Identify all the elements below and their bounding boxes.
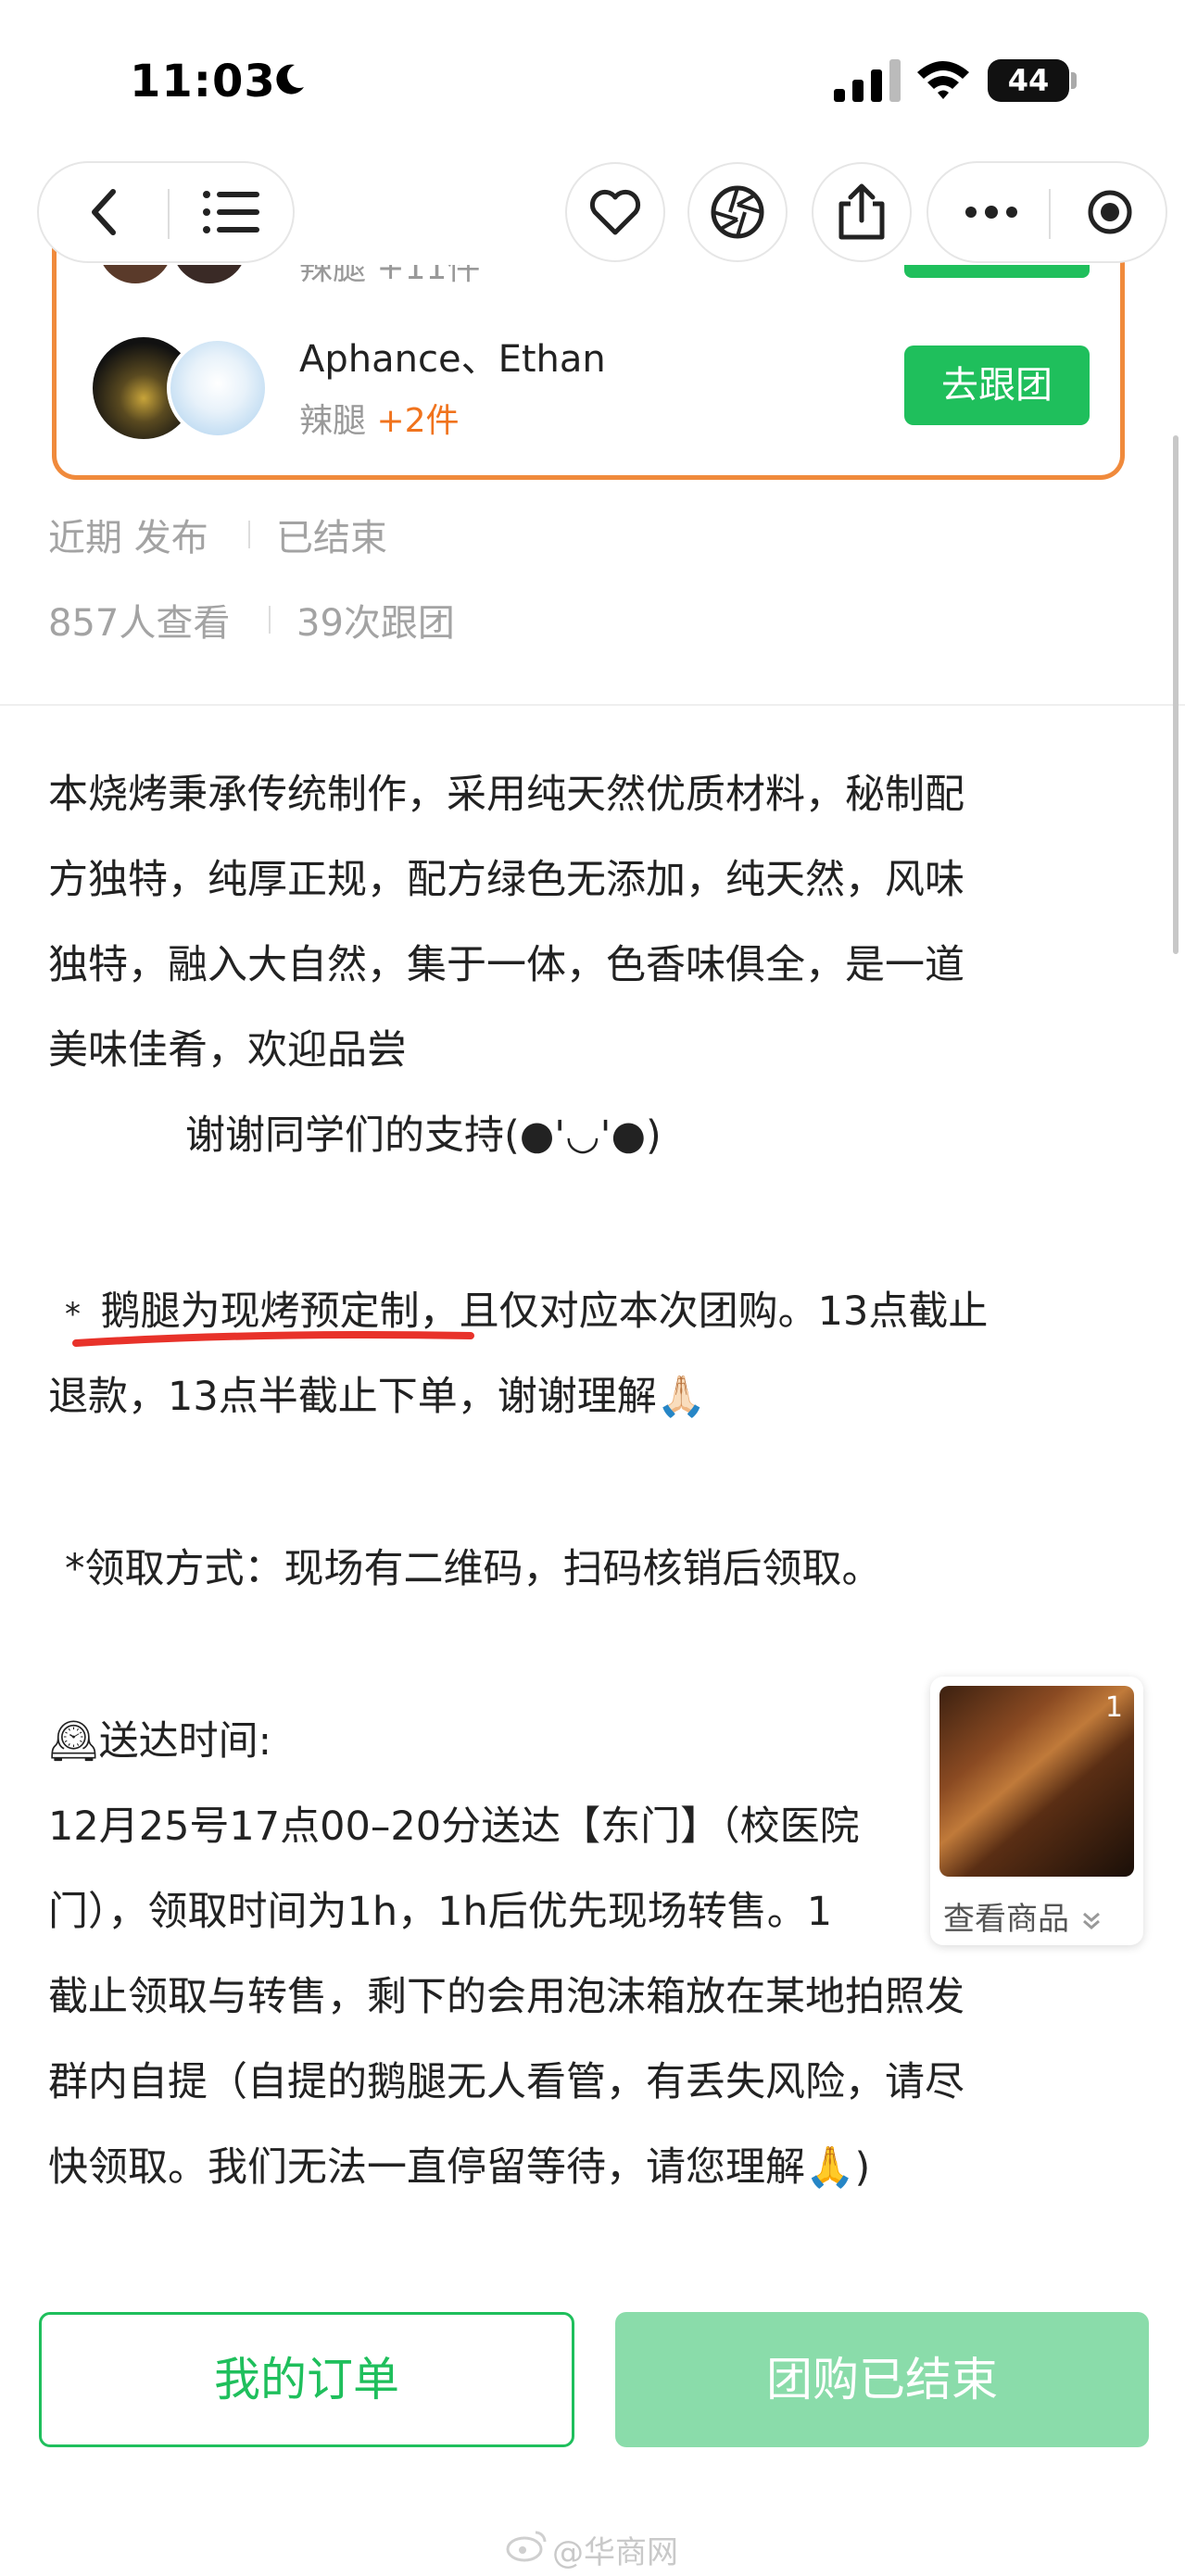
red-underline-annotation bbox=[72, 1331, 474, 1347]
status-bar: 11:03 44 bbox=[0, 0, 1185, 167]
note-refund-line: 退款，13点半截止下单，谢谢理解🙏🏻 bbox=[48, 1374, 707, 1420]
buyer-item-count: +2件 bbox=[376, 402, 460, 440]
section-divider bbox=[0, 704, 1185, 706]
join-group-button[interactable]: 去跟团 bbox=[904, 346, 1090, 425]
pickup-method-line: *领取方式：现场有二维码，扫码核销后领取。 bbox=[65, 1546, 882, 1592]
watermark-text: @华商网 bbox=[552, 2534, 678, 2571]
more-dots-icon bbox=[965, 206, 1017, 219]
publish-time: 近期 发布 bbox=[48, 517, 208, 559]
weibo-icon bbox=[506, 2531, 547, 2562]
camera-button[interactable] bbox=[687, 162, 788, 262]
description-line: 美味佳肴，欢迎品尝 bbox=[48, 1027, 407, 1074]
view-count: 857人查看 bbox=[48, 602, 231, 645]
wifi-icon bbox=[917, 61, 969, 99]
delivery-line: 截止领取与转售，剩下的会用泡沫箱放在某地拍照发 bbox=[48, 1974, 964, 2020]
meta-separator bbox=[248, 521, 250, 548]
more-button[interactable] bbox=[936, 163, 1047, 261]
back-button[interactable] bbox=[48, 163, 159, 261]
delivery-line: 门），领取时间为1h，1h后优先现场转售。1 bbox=[48, 1889, 833, 1935]
chevron-double-down-icon bbox=[1082, 1912, 1100, 1929]
product-count: 1 bbox=[1104, 1691, 1123, 1724]
note-star: * bbox=[65, 1296, 81, 1333]
delivery-line: 群内自提（自提的鹅腿无人看管，有丢失风险，请尽 bbox=[48, 2059, 964, 2105]
product-thumbnail: 1 bbox=[939, 1686, 1134, 1877]
heart-icon bbox=[589, 189, 641, 235]
status-text: 已结束 bbox=[276, 517, 387, 559]
description-line: 方独特，纯厚正规，配方绿色无添加，纯天然，风味 bbox=[48, 857, 964, 903]
delivery-line: 12月25号17点00–20分送达【东门】（校医院 bbox=[48, 1803, 860, 1850]
buyer-item-summary: 辣腿 +2件 bbox=[299, 394, 460, 442]
join-count: 39次跟团 bbox=[296, 602, 455, 645]
list-icon bbox=[203, 191, 259, 233]
partial-row-sub: 辣腿 +11件 bbox=[299, 265, 480, 283]
menu-button[interactable] bbox=[176, 163, 287, 261]
view-product-float[interactable]: 1 查看商品 bbox=[930, 1677, 1143, 1945]
group-buy-ended-button: 团购已结束 bbox=[615, 2312, 1149, 2447]
nav-back-menu-capsule bbox=[37, 161, 295, 263]
favorite-button[interactable] bbox=[565, 162, 665, 262]
note-rest: ，且仅对应本次团购。13点截止 bbox=[419, 1288, 989, 1335]
delivery-line: 快领取。我们无法一直停留等待，请您理解🙏) bbox=[48, 2144, 871, 2191]
buyer-item: 辣腿 bbox=[299, 402, 367, 440]
description-line: 独特，融入大自然，集于一体，色香味俱全，是一道 bbox=[48, 942, 964, 988]
capsule-divider bbox=[1049, 189, 1051, 239]
buyer-names: Aphance、Ethan bbox=[299, 338, 606, 381]
capsule-more-close bbox=[927, 161, 1167, 263]
description-line: 本烧烤秉承传统制作，采用纯天然优质材料，秘制配 bbox=[48, 772, 964, 818]
share-button[interactable] bbox=[812, 162, 912, 262]
record-icon bbox=[1088, 190, 1132, 234]
partial-buyer-row: 辣腿 +11件 bbox=[52, 265, 1125, 283]
buyer-avatar-2 bbox=[167, 337, 269, 439]
chevron-left-icon bbox=[92, 189, 116, 235]
view-product-label: 查看商品 bbox=[943, 1893, 1103, 1939]
my-orders-button[interactable]: 我的订单 bbox=[39, 2312, 574, 2447]
meta-separator bbox=[269, 606, 271, 634]
battery-icon: 44 bbox=[988, 59, 1077, 104]
nav-divider bbox=[168, 189, 170, 239]
scrollbar[interactable] bbox=[1173, 435, 1179, 954]
status-time: 11:03 bbox=[130, 56, 276, 107]
battery-level: 44 bbox=[1007, 63, 1050, 98]
moon-icon bbox=[276, 64, 304, 94]
delivery-title: 🕰送达时间: bbox=[48, 1718, 272, 1765]
close-miniapp-button[interactable] bbox=[1054, 163, 1166, 261]
share-icon bbox=[838, 183, 885, 240]
cellular-signal-icon bbox=[834, 59, 901, 102]
thanks-line: 谢谢同学们的支持(●'◡'●) bbox=[185, 1112, 662, 1159]
partial-join-button[interactable] bbox=[904, 265, 1090, 278]
aperture-icon bbox=[711, 185, 764, 239]
